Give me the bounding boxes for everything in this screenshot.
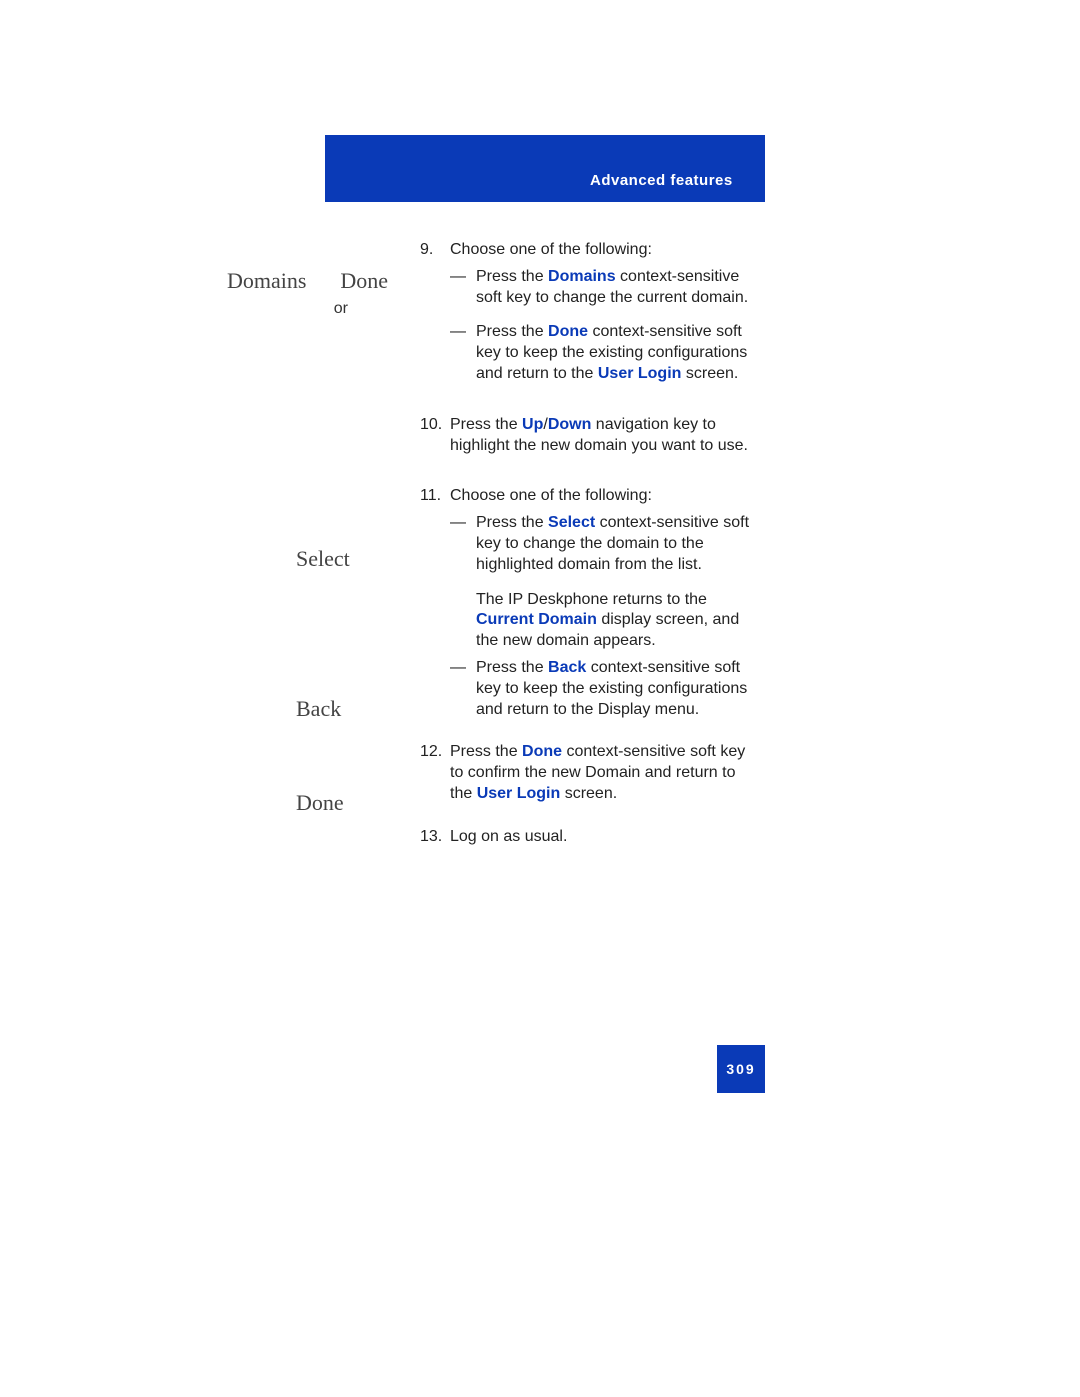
step-number: 11. [420,486,450,720]
text: Press the [476,323,548,340]
step-number: 13. [420,827,450,848]
keyword-done: Done [548,323,588,340]
text: Press the [476,659,548,676]
step-text: Choose one of the following: [450,486,760,507]
bullet-dash: — [450,267,476,309]
step-text: Press the Up/Down navigation key to high… [450,415,760,457]
keyword-up: Up [522,416,543,433]
text: screen. [560,785,617,802]
instruction-content: 9. Choose one of the following: — Press … [420,240,760,870]
keyword-current-domain: Current Domain [476,611,597,628]
sub-item: Press the Done context-sensitive soft ke… [476,322,760,384]
softkey-back: Back [296,696,341,722]
step-number: 10. [420,415,450,457]
bullet-dash: — [450,322,476,384]
step-11: 11. Choose one of the following: — Press… [420,486,760,720]
step-text: Press the Done context-sensitive soft ke… [450,742,760,804]
step-12: 12. Press the Done context-sensitive sof… [420,742,760,804]
keyword-down: Down [548,416,592,433]
keyword-done: Done [522,743,562,760]
bullet-dash: — [450,513,476,652]
paragraph: The IP Deskphone returns to the Current … [476,590,760,652]
section-title: Advanced features [590,172,733,189]
text: Press the [476,268,548,285]
softkey-done: Done [340,268,388,294]
bullet-dash: — [450,658,476,720]
step-number: 12. [420,742,450,804]
keyword-user-login: User Login [477,785,561,802]
keyword-select: Select [548,514,595,531]
sub-item: Press the Back context-sensitive soft ke… [476,658,760,720]
step-13: 13. Log on as usual. [420,827,760,848]
softkey-domains: Domains [227,268,306,294]
step-text: Choose one of the following: [450,240,760,261]
text: Press the [476,514,548,531]
keyword-domains: Domains [548,268,616,285]
sub-item: Press the Domains context-sensitive soft… [476,267,760,309]
keyword-user-login: User Login [598,365,682,382]
softkey-or: or [225,300,390,318]
header-band [325,135,765,202]
step-9: 9. Choose one of the following: — Press … [420,240,760,385]
document-page: Advanced features Domains Done or Select… [0,0,1080,1397]
text: screen. [681,365,738,382]
page-number: 309 [717,1045,765,1093]
text: Press the [450,743,522,760]
text: Press the [450,416,522,433]
softkey-labels-top: Domains Done or [225,268,390,318]
softkey-select: Select [296,546,350,572]
step-number: 9. [420,240,450,385]
keyword-back: Back [548,659,586,676]
text: The IP Deskphone returns to the [476,591,707,608]
step-10: 10. Press the Up/Down navigation key to … [420,415,760,457]
sub-item: Press the Select context-sensitive soft … [476,513,760,652]
softkey-done-2: Done [296,790,344,816]
step-text: Log on as usual. [450,827,760,848]
